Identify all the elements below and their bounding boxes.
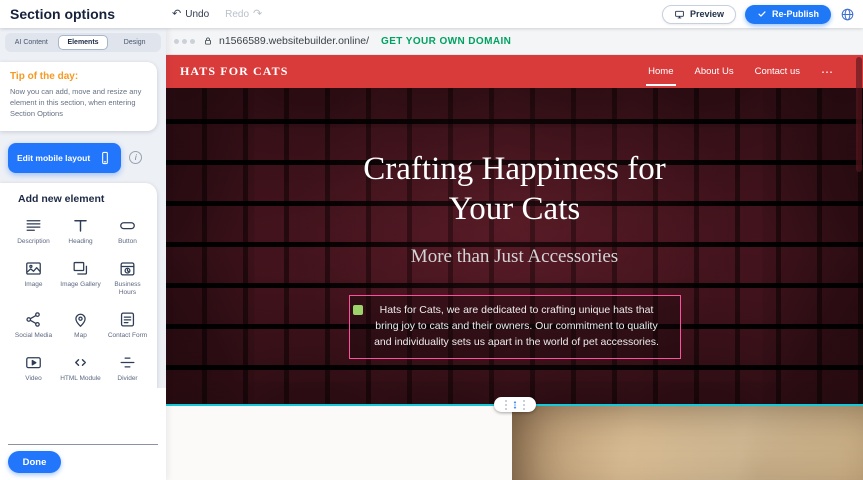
footer-divider [8, 444, 158, 445]
nav-more-icon[interactable]: ⋯ [821, 66, 833, 78]
undo-icon: ↶ [172, 9, 181, 20]
info-icon[interactable]: i [129, 151, 142, 164]
browser-address-bar: n1566589.websitebuilder.online/ GET YOUR… [166, 28, 863, 55]
hero-section[interactable]: Crafting Happiness for Your Cats More th… [166, 88, 863, 406]
grip-dots-icon [505, 404, 507, 406]
sidebar: AI Content Elements Design Tip of the da… [0, 28, 166, 480]
element-description[interactable]: Description [12, 216, 55, 246]
get-domain-link[interactable]: GET YOUR OWN DOMAIN [381, 36, 511, 47]
hero-subheading[interactable]: More than Just Accessories [411, 246, 618, 268]
site-logo[interactable]: Hats for Cats [180, 64, 289, 79]
preview-label: Preview [690, 9, 724, 19]
redo-label: Redo [225, 9, 249, 20]
element-contact-form[interactable]: Contact Form [106, 310, 149, 340]
edit-mobile-label: Edit mobile layout [17, 153, 90, 163]
element-image[interactable]: Image [12, 259, 55, 297]
done-button[interactable]: Done [8, 451, 61, 473]
window-dot [174, 39, 179, 44]
toolbar-actions: Preview Re-Publish [662, 5, 855, 24]
business-hours-icon [118, 259, 137, 278]
tip-card: Tip of the day: Now you can add, move an… [0, 62, 157, 131]
contact-form-icon [118, 310, 137, 329]
section-resize-handle[interactable] [494, 397, 536, 412]
tab-elements[interactable]: Elements [58, 35, 109, 50]
element-social-media[interactable]: Social Media [12, 310, 55, 340]
image-gallery-icon [71, 259, 90, 278]
edit-mobile-layout-button[interactable]: Edit mobile layout [8, 143, 121, 173]
monitor-icon [674, 9, 685, 20]
next-section-image[interactable] [512, 406, 863, 480]
browser-window-dots [174, 39, 195, 44]
window-dot [182, 39, 187, 44]
tip-body: Now you can add, move and resize any ele… [10, 87, 147, 120]
element-html-module[interactable]: HTML Module [59, 353, 102, 383]
element-divider[interactable]: Divider [106, 353, 149, 383]
heading-icon [71, 216, 90, 235]
check-icon [757, 9, 767, 19]
element-map[interactable]: Map [59, 310, 102, 340]
site-header[interactable]: Hats for Cats Home About Us Contact us ⋯ [166, 55, 863, 88]
site-nav: Home About Us Contact us ⋯ [648, 66, 833, 78]
nav-about-us[interactable]: About Us [695, 66, 734, 77]
tab-ai-content[interactable]: AI Content [7, 35, 56, 50]
resize-vertical-icon [510, 399, 520, 411]
redo-icon: ↷ [253, 9, 262, 20]
element-image-gallery[interactable]: Image Gallery [59, 259, 102, 297]
page-title: Section options [10, 6, 115, 22]
image-icon [24, 259, 43, 278]
hero-heading[interactable]: Crafting Happiness for Your Cats [337, 150, 692, 229]
hero-paragraph-selected[interactable]: Hats for Cats, we are dedicated to craft… [349, 295, 681, 359]
phone-icon [98, 151, 112, 165]
preview-button[interactable]: Preview [662, 5, 736, 24]
nav-contact-us[interactable]: Contact us [755, 66, 800, 77]
element-button[interactable]: Button [106, 216, 149, 246]
description-icon [24, 216, 43, 235]
add-panel-title: Add new element [18, 193, 149, 205]
sidebar-footer: Done [0, 388, 166, 480]
language-globe-icon[interactable] [840, 7, 855, 22]
app-window: Section options ↶ Undo Redo ↷ Preview Re… [0, 0, 863, 480]
scrollbar-thumb[interactable] [856, 57, 862, 172]
video-icon [24, 353, 43, 372]
element-heading[interactable]: Heading [59, 216, 102, 246]
code-icon [71, 353, 90, 372]
lock-icon [203, 36, 213, 46]
mobile-layout-row: Edit mobile layout i [8, 143, 166, 173]
divider-icon [118, 353, 137, 372]
social-media-icon [24, 310, 43, 329]
preview-area: n1566589.websitebuilder.online/ GET YOUR… [166, 28, 863, 480]
element-video[interactable]: Video [12, 353, 55, 383]
republish-button[interactable]: Re-Publish [745, 5, 831, 24]
site-scrollbar [856, 55, 862, 479]
sidebar-tabs: AI Content Elements Design [5, 33, 161, 52]
hero-paragraph-text: Hats for Cats, we are dedicated to craft… [368, 303, 666, 350]
website-canvas: Hats for Cats Home About Us Contact us ⋯… [166, 55, 863, 480]
undo-button[interactable]: ↶ Undo [172, 9, 209, 20]
element-business-hours[interactable]: Business Hours [106, 259, 149, 297]
redo-button[interactable]: Redo ↷ [225, 9, 262, 20]
republish-label: Re-Publish [772, 9, 819, 19]
tab-design[interactable]: Design [110, 35, 159, 50]
tip-title: Tip of the day: [10, 71, 147, 82]
top-toolbar: Section options ↶ Undo Redo ↷ Preview Re… [0, 0, 863, 28]
undo-label: Undo [185, 9, 209, 20]
map-pin-icon [71, 310, 90, 329]
site-url: n1566589.websitebuilder.online/ [219, 35, 369, 47]
window-dot [190, 39, 195, 44]
button-icon [118, 216, 137, 235]
nav-home[interactable]: Home [648, 66, 673, 77]
grip-dots-icon [523, 404, 525, 406]
element-handle-icon[interactable] [353, 305, 363, 315]
next-section[interactable] [166, 406, 863, 480]
